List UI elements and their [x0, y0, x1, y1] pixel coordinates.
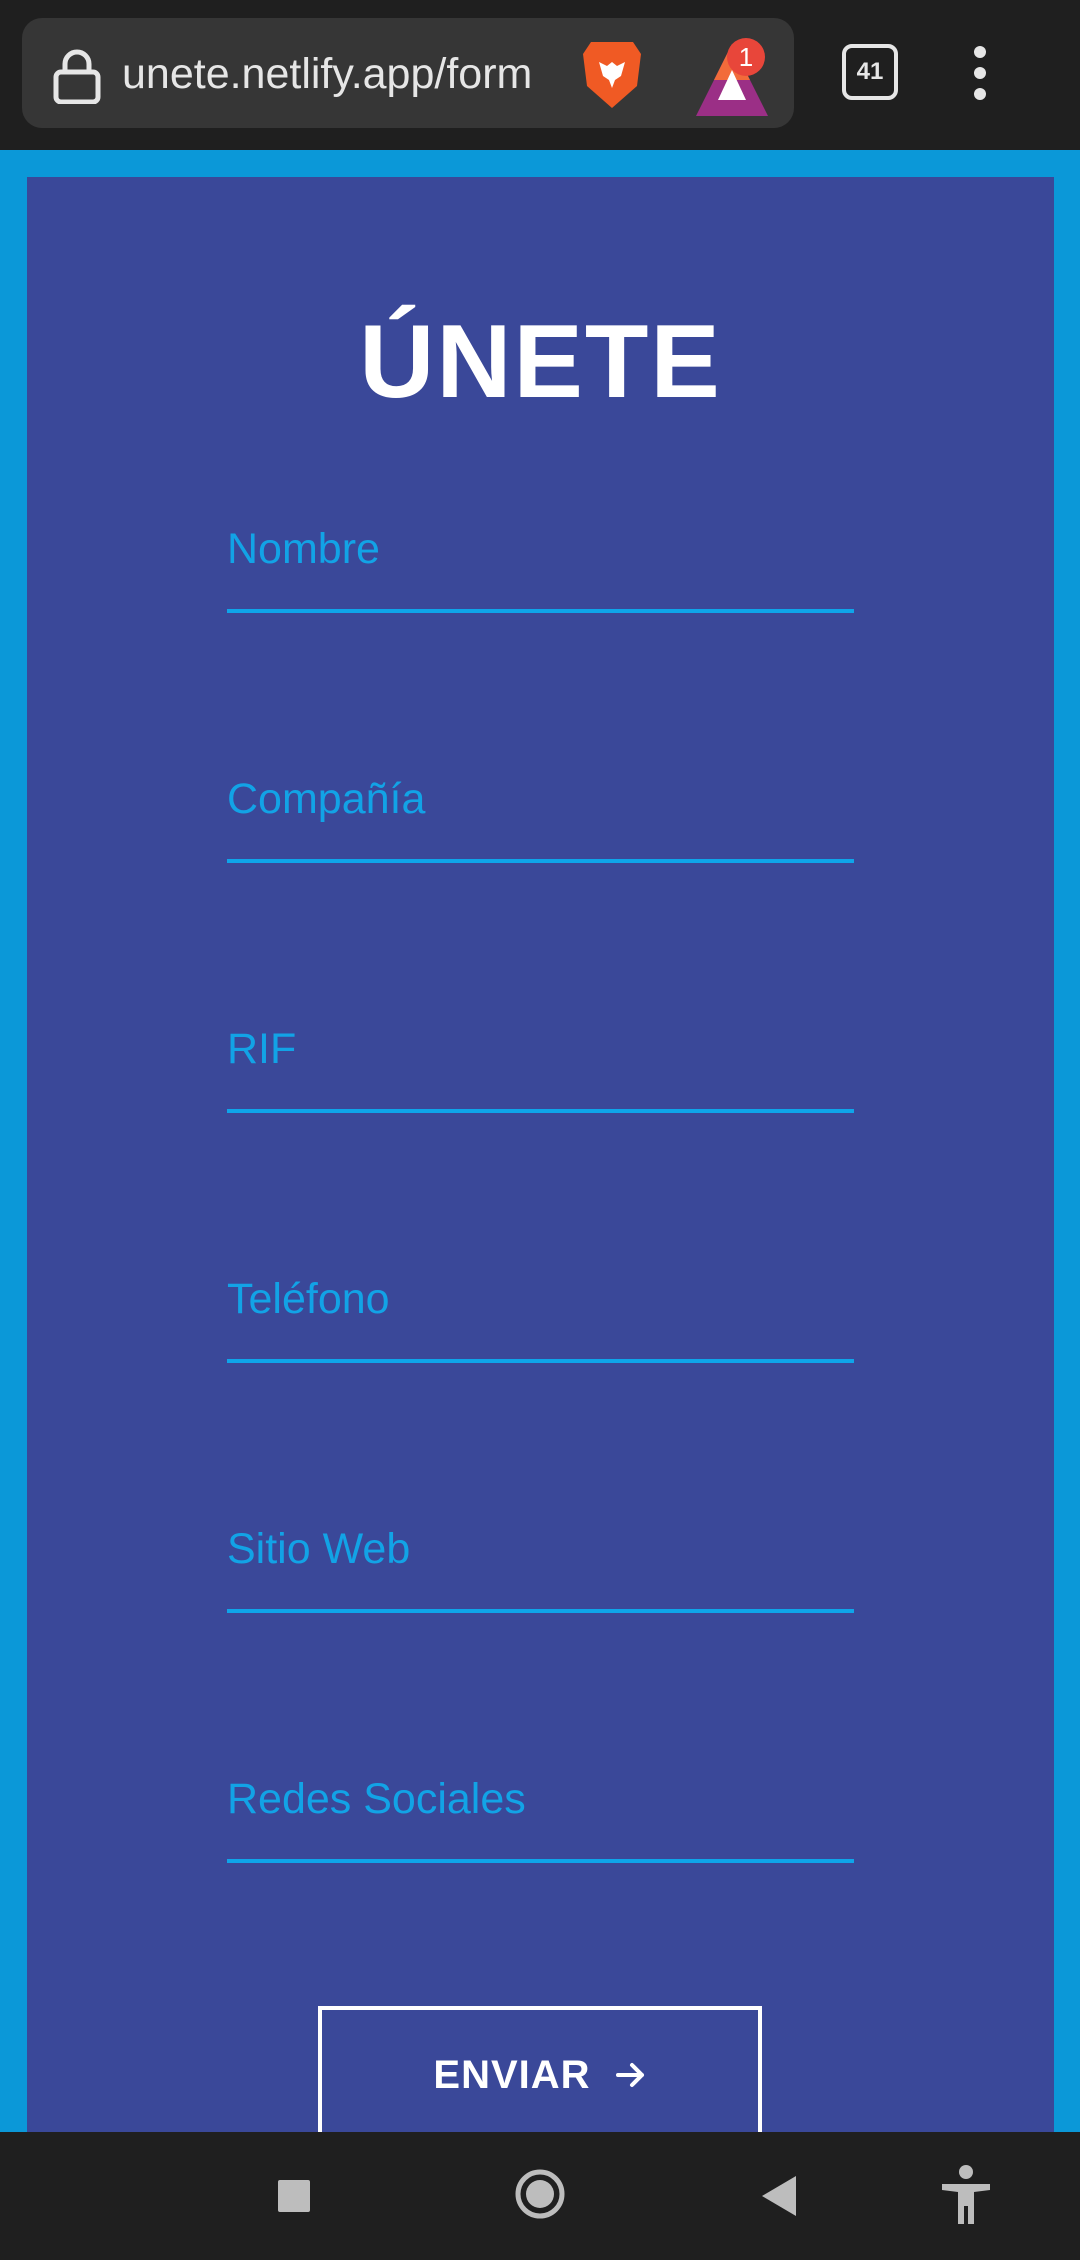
kebab-menu-icon[interactable] — [960, 46, 1000, 102]
name-placeholder: Nombre — [227, 525, 380, 573]
recents-square-icon[interactable] — [276, 2178, 312, 2214]
address-bar[interactable]: unete.netlify.app/form — [22, 18, 794, 128]
system-navigation-bar — [0, 2132, 1080, 2260]
browser-toolbar: unete.netlify.app/form 1 41 — [0, 0, 1080, 150]
social-media-placeholder: Redes Sociales — [227, 1775, 526, 1823]
home-circle-icon[interactable] — [514, 2168, 566, 2220]
website-placeholder: Sitio Web — [227, 1525, 411, 1573]
submit-label: ENVIAR — [433, 2052, 591, 2097]
website-field[interactable]: Sitio Web — [227, 1513, 854, 1613]
tab-switcher-button[interactable]: 41 — [842, 44, 898, 100]
phone-placeholder: Teléfono — [227, 1275, 390, 1323]
join-form: ÚNETE Nombre Compañía RIF Teléfono Sitio… — [27, 177, 1054, 2144]
accessibility-icon[interactable] — [938, 2164, 994, 2226]
rif-field[interactable]: RIF — [227, 1013, 854, 1113]
url-text[interactable]: unete.netlify.app/form — [122, 44, 572, 104]
company-field[interactable]: Compañía — [227, 763, 854, 863]
company-placeholder: Compañía — [227, 775, 426, 823]
lock-icon — [53, 49, 101, 104]
form-title: ÚNETE — [359, 304, 722, 420]
phone-field[interactable]: Teléfono — [227, 1263, 854, 1363]
rewards-notification-badge: 1 — [727, 38, 765, 76]
back-triangle-icon[interactable] — [760, 2174, 798, 2218]
submit-button[interactable]: ENVIAR — [318, 2006, 762, 2144]
page-frame: ÚNETE Nombre Compañía RIF Teléfono Sitio… — [0, 150, 1080, 2144]
social-media-field[interactable]: Redes Sociales — [227, 1763, 854, 1863]
rif-placeholder: RIF — [227, 1025, 297, 1073]
brave-lion-icon[interactable] — [577, 36, 647, 112]
arrow-right-icon — [615, 2063, 644, 2087]
name-field[interactable]: Nombre — [227, 513, 854, 613]
